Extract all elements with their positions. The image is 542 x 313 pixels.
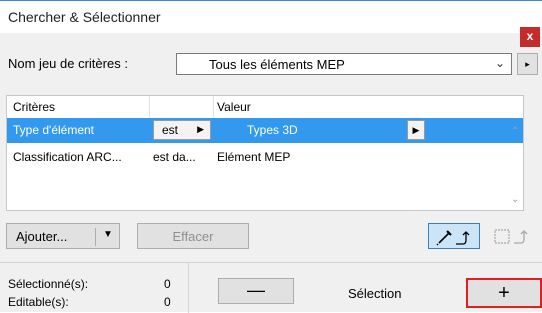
scroll-up-icon[interactable]: ⌃ <box>511 126 519 137</box>
column-header-criteria: Critères <box>13 100 56 114</box>
table-row[interactable]: Type d'élément est ▶ Types 3D ▶ <box>7 118 523 143</box>
triangle-down-icon[interactable]: ▼ <box>103 229 113 240</box>
clear-button[interactable]: Effacer <box>137 223 249 249</box>
table-row[interactable]: Classification ARC... est da... Elément … <box>7 145 523 170</box>
operator-dropdown[interactable]: est ▶ <box>153 120 211 140</box>
criterion-cell: Type d'élément <box>13 123 95 137</box>
marquee-tool[interactable] <box>486 223 538 249</box>
clear-button-label: Effacer <box>172 229 214 244</box>
add-to-selection-button[interactable]: + <box>466 278 542 308</box>
editable-count-label: Editable(s): <box>8 295 69 309</box>
chevron-down-icon: ⌄ <box>494 56 505 70</box>
criteria-set-value: Tous les éléments MEP <box>209 57 345 72</box>
table-header: Critères Valeur <box>7 96 523 118</box>
criteria-set-select[interactable]: Tous les éléments MEP ⌄ <box>176 53 512 75</box>
operator-value: est <box>162 123 179 137</box>
window-title: Chercher & Sélectionner <box>8 9 161 25</box>
triangle-right-icon: ▶ <box>197 124 204 134</box>
operator-cell: est da... <box>153 150 196 164</box>
criteria-set-next-button[interactable]: ▸ <box>517 53 538 75</box>
eyedropper-icon <box>436 230 470 246</box>
marquee-icon <box>494 229 528 244</box>
criteria-set-row: Nom jeu de critères : Tous les éléments … <box>0 51 542 77</box>
selected-count-value: 0 <box>164 277 171 291</box>
table-scrollbar[interactable]: ⌃ ⌄ <box>507 118 523 210</box>
selected-count-label: Sélectionné(s): <box>8 277 89 291</box>
add-criterion-button[interactable]: Ajouter... ▼ <box>6 223 120 249</box>
editable-count-value: 0 <box>164 295 171 309</box>
section-divider <box>188 263 189 313</box>
value-dropdown-button[interactable]: ▶ <box>407 120 425 140</box>
add-button-label: Ajouter... <box>16 229 68 244</box>
scroll-down-icon[interactable]: ⌄ <box>511 194 519 205</box>
column-header-value: Valeur <box>217 100 251 114</box>
split-button-divider <box>95 228 96 246</box>
close-button[interactable]: x <box>520 27 540 47</box>
value-cell: Elément MEP <box>217 150 291 164</box>
column-divider <box>213 96 214 118</box>
criteria-table: Critères Valeur Type d'élément est ▶ Typ… <box>6 95 524 211</box>
remove-from-selection-button[interactable]: — <box>218 278 294 304</box>
section-divider <box>0 262 542 263</box>
title-bar: Chercher & Sélectionner <box>0 1 542 33</box>
column-divider <box>149 96 150 118</box>
criterion-cell: Classification ARC... <box>13 150 122 164</box>
pick-parameters-tool[interactable] <box>428 223 480 249</box>
criteria-set-label: Nom jeu de critères : <box>8 56 128 71</box>
selection-label: Sélection <box>348 286 402 301</box>
find-select-window: Chercher & Sélectionner x Nom jeu de cri… <box>0 0 542 313</box>
value-cell: Types 3D <box>247 123 298 137</box>
